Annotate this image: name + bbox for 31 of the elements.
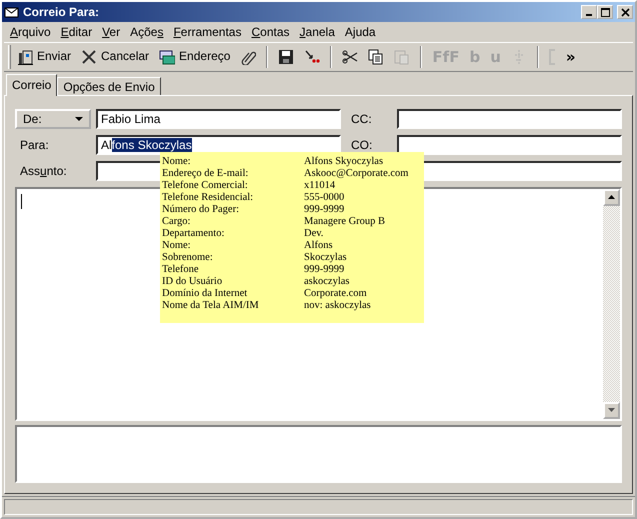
tooltip-label: Telefone Residencial: <box>162 192 254 204</box>
tooltip-label: Endereço de E-mail: <box>162 168 250 180</box>
tooltip-label: Domínio da Internet <box>162 288 248 300</box>
tooltip-label: Departamento: <box>162 228 226 240</box>
bcc-label: CO: <box>350 138 374 152</box>
tooltip-label: ID do Usuário <box>162 276 224 288</box>
window-title: Correio Para: <box>23 4 100 20</box>
to-label: Para: <box>19 138 50 152</box>
tooltip-value: nov: askoczylas <box>304 300 371 312</box>
tooltip-label: Cargo: <box>162 216 192 228</box>
tooltip-value: Dev. <box>304 228 324 240</box>
tooltip-label: Número do Pager: <box>162 204 240 216</box>
tooltip-label: Sobrenome: <box>162 252 214 264</box>
tooltip-value: Managere Group B <box>304 216 386 228</box>
tooltip-value: Alfons Skyoczylas <box>304 156 384 168</box>
tooltip-value: Skoczylas <box>304 252 347 264</box>
tooltip-value: Alfons <box>304 240 333 252</box>
tooltip-label: Telefone Comercial: <box>162 180 249 192</box>
tooltip-label: Nome da Tela AIM/IM <box>162 300 260 312</box>
tooltip-value: 999-9999 <box>304 204 344 216</box>
tooltip-value: askoczylas <box>304 276 350 288</box>
tooltip-label: Telefone <box>162 264 200 276</box>
tooltip-value: Askooc@Corporate.com <box>304 168 408 180</box>
subject-label: Assunto: <box>19 164 68 178</box>
tooltip-value: 999-9999 <box>304 264 344 276</box>
tooltip-label: Nome: <box>162 156 192 168</box>
tooltip-value: Corporate.com <box>304 288 367 300</box>
tooltip-label: Nome: <box>162 240 192 252</box>
tooltip-value: 555-0000 <box>304 192 344 204</box>
tooltip-value: x11014 <box>304 180 336 192</box>
cc-label: CC: <box>350 112 373 126</box>
